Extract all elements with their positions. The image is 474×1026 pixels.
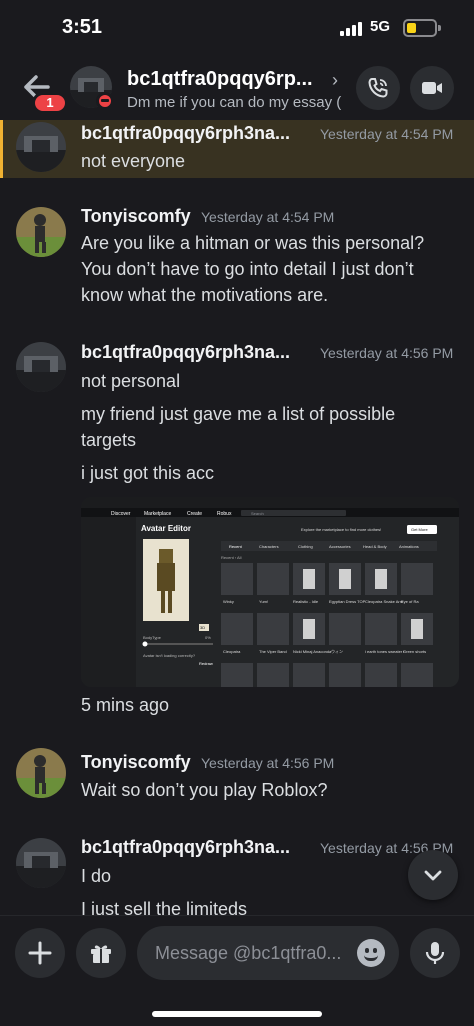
status-time: 3:51 (62, 16, 103, 38)
chevron-right-icon: › (332, 70, 338, 90)
avatar[interactable] (16, 838, 66, 888)
avatar-editor-title: Avatar Editor (141, 524, 191, 533)
message-author[interactable]: bc1qtfra0pqqy6rph3na... (81, 837, 290, 858)
editor-breadcrumb: Recent › All (221, 555, 242, 560)
body-type-label: BodyType (143, 635, 162, 640)
editor-tab-head-body: Head & Body (363, 544, 387, 549)
item-label: Egyptian Dress TOP (329, 599, 366, 604)
explore-text: Explore the marketplace to find more clo… (301, 527, 381, 532)
message-timestamp: Yesterday at 4:54 PM (201, 209, 335, 225)
video-call-button[interactable] (410, 66, 454, 110)
phone-icon (368, 78, 388, 98)
message-author[interactable]: Tonyiscomfy (81, 206, 191, 227)
emoji-icon[interactable] (357, 939, 385, 967)
recipient-name[interactable]: bc1qtfra0pqqy6rp... (127, 68, 337, 91)
network-label: 5G (370, 18, 391, 35)
microphone-icon (425, 942, 445, 964)
roblox-nav-create: Create (187, 511, 202, 517)
battery-tip (438, 25, 441, 31)
avatar[interactable] (16, 342, 66, 392)
avatar[interactable] (16, 748, 66, 798)
avatar-3d-button: 3D (200, 625, 205, 630)
message-input-placeholder: Message @bc1qtfra0... (155, 943, 342, 963)
roblox-nav-robux: Robux (217, 511, 232, 517)
message-timestamp: Yesterday at 4:54 PM (320, 126, 454, 142)
message-text: my friend just gave me a list of possibl… (81, 404, 396, 450)
message-input[interactable]: Message @bc1qtfra0... (137, 926, 399, 980)
item-label: i earth tones sweater t (365, 649, 405, 654)
recipient-status: Dm me if you can do my essay (... (127, 94, 342, 111)
unread-badge: 1 (32, 92, 68, 114)
message-timestamp: Yesterday at 4:56 PM (320, 345, 454, 361)
item-label: Cleopatra Snake Arm (365, 599, 404, 604)
dnd-status-icon (96, 92, 114, 110)
voice-call-button[interactable] (356, 66, 400, 110)
editor-tab-accessories: Accessories (329, 544, 351, 549)
roblox-nav-marketplace: Marketplace (144, 511, 171, 517)
message-text: not everyone (81, 151, 186, 171)
attach-button[interactable] (15, 928, 65, 978)
message-author[interactable]: Tonyiscomfy (81, 752, 191, 773)
body-type-value: 0% (205, 635, 211, 640)
avatar-loading-text: Avatar isn't loading correctly? (143, 653, 196, 658)
message-text: I just sell the limiteds (81, 899, 248, 915)
message-text: I do (81, 866, 112, 886)
avatar[interactable] (16, 122, 66, 172)
item-label: The Viper Band (259, 649, 287, 654)
item-label: Winky (223, 599, 234, 604)
gift-icon (91, 945, 111, 963)
home-indicator (152, 1011, 322, 1017)
video-camera-icon (422, 82, 442, 94)
message-timestamp: Yesterday at 4:56 PM (201, 755, 335, 771)
plus-icon (28, 941, 52, 965)
channel-header: 1 bc1qtfra0pqqy6rp... › Dm me if you can… (0, 58, 474, 120)
item-label: Yum! (259, 599, 268, 604)
roblox-nav-discover: Discover (111, 511, 131, 517)
image-attachment[interactable]: Discover Marketplace Create Robux Search… (81, 497, 459, 687)
message-composer: Message @bc1qtfra0... (0, 915, 474, 1026)
item-label: ウィン (331, 648, 343, 654)
editor-tab-animations: Animations (399, 544, 419, 549)
item-label: Nicki Minaj Anaconda (293, 649, 332, 654)
gift-button[interactable] (76, 928, 126, 978)
voice-message-button[interactable] (410, 928, 460, 978)
status-bar: 3:51 5G (0, 0, 474, 58)
item-label: Cleopatra (223, 649, 241, 654)
item-label: Eye of Ra (401, 599, 419, 604)
editor-tab-characters: Characters (259, 544, 279, 549)
message-author[interactable]: bc1qtfra0pqqy6rph3na... (81, 342, 290, 363)
battery-icon (403, 19, 437, 37)
item-label: Realistic - Idle (293, 599, 319, 604)
message-text: i just got this acc (81, 463, 215, 483)
message-text: Are you like a hitman or was this person… (81, 233, 425, 305)
signal-icon (340, 22, 362, 36)
message-text: Wait so don’t you play Roblox? (81, 780, 328, 800)
chevron-down-icon (424, 870, 442, 881)
roblox-search: Search (251, 511, 264, 516)
item-label: Green shorts (403, 649, 426, 654)
message-author[interactable]: bc1qtfra0pqqy6rph3na... (81, 123, 290, 144)
avatar[interactable] (16, 207, 66, 257)
jump-to-bottom-button[interactable] (408, 850, 458, 900)
message-text: not personal (81, 371, 181, 391)
editor-tab-clothing: Clothing (298, 544, 313, 549)
redraw-button: Redraw (199, 661, 213, 666)
get-more-button: Get More (411, 527, 428, 532)
editor-tab-recent: Recent (229, 544, 243, 549)
message-list[interactable]: bc1qtfra0pqqy6rph3na... Yesterday at 4:5… (0, 120, 474, 915)
attachment-caption: 5 mins ago (81, 695, 170, 715)
